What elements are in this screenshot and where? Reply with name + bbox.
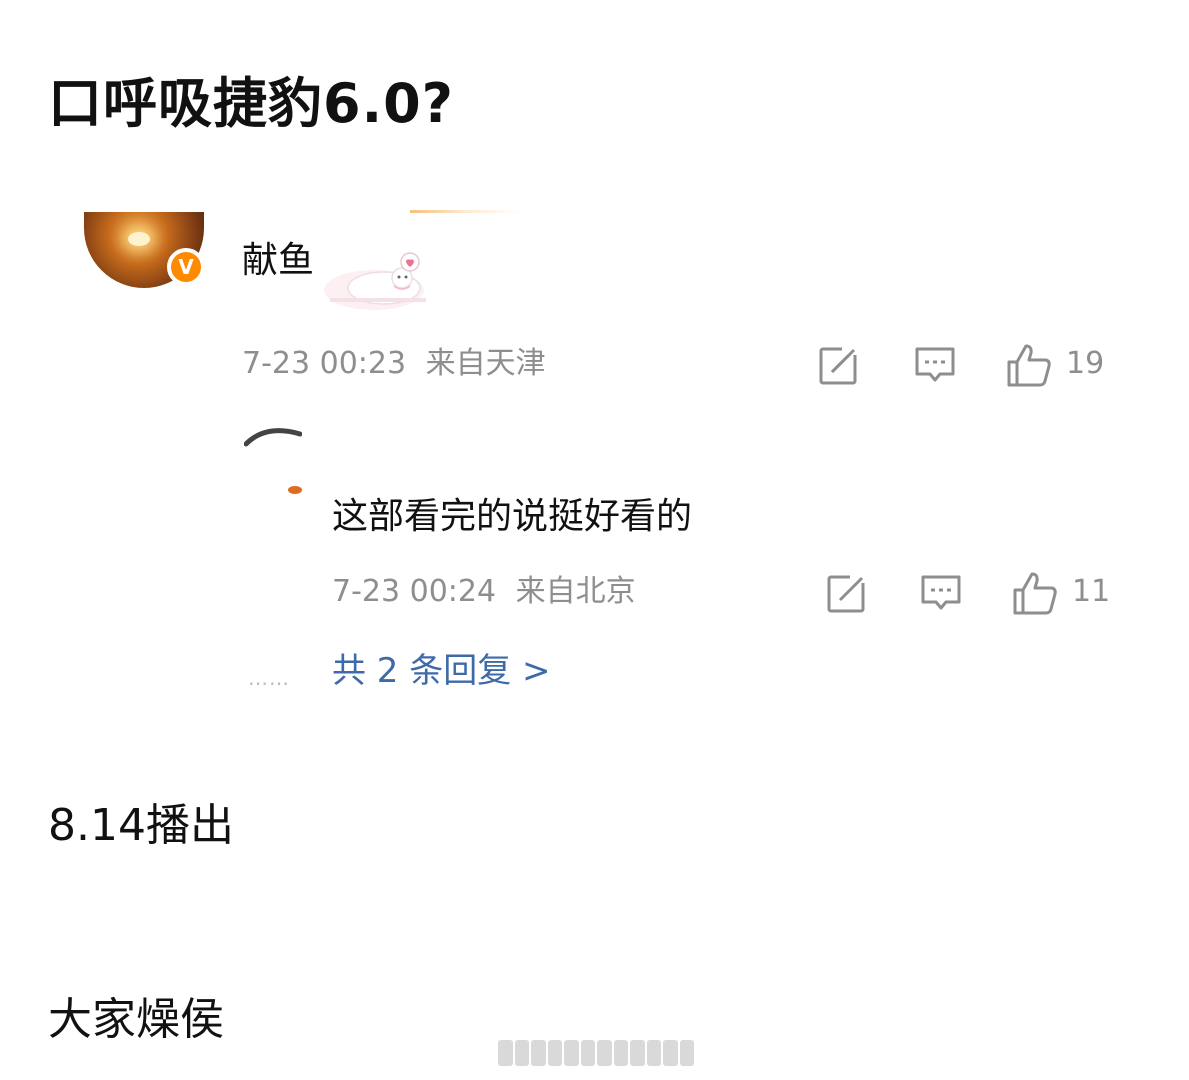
reply-location: 来自北京 [515,574,636,609]
indicator-segment [547,1040,562,1066]
comment-location: 来自天津 [425,346,546,381]
indicator-segment [679,1040,694,1066]
reply-avatar[interactable] [244,424,302,454]
indicator-segment [580,1040,595,1066]
reply-time: 7-23 00:24 [332,574,497,609]
indicator-segment [663,1040,678,1066]
reply-dots: …… [248,666,290,690]
avatar-light [128,232,150,246]
post-line: 大家燥侯 [48,994,224,1045]
indicator-segment [514,1040,529,1066]
indicator-segment [498,1040,513,1066]
cat-sticker [324,252,426,310]
page-title: 口呼吸捷豹6.0? [48,72,454,135]
verified-badge: V [167,248,205,286]
like-count: 11 [1072,574,1111,609]
share-icon[interactable] [818,344,860,386]
indicator-segment [597,1040,612,1066]
indicator-segment [613,1040,628,1066]
reply-avatar-badge [288,486,302,494]
indicator-segment [646,1040,661,1066]
divider [410,210,520,213]
share-icon[interactable] [826,572,868,614]
comment-icon[interactable] [920,572,962,614]
comment-time: 7-23 00:23 [242,346,407,381]
indicator-segment [531,1040,546,1066]
like-count: 19 [1066,346,1105,381]
reply-meta: 7-23 00:24 来自北京 [332,572,636,612]
comment-meta: 7-23 00:23 来自天津 [242,344,546,384]
indicator-segment [630,1040,645,1066]
like-icon[interactable] [1012,570,1058,616]
comment-icon[interactable] [914,344,956,386]
reply-text: 这部看完的说挺好看的 [332,496,693,537]
more-replies-link[interactable]: 共 2 条回复 > [332,648,551,694]
post-line: 8.14播出 [48,800,234,851]
indicator-segment [564,1040,579,1066]
like-icon[interactable] [1006,342,1052,388]
comment-text: 献鱼 [242,240,315,281]
image-indicator [498,1040,694,1066]
